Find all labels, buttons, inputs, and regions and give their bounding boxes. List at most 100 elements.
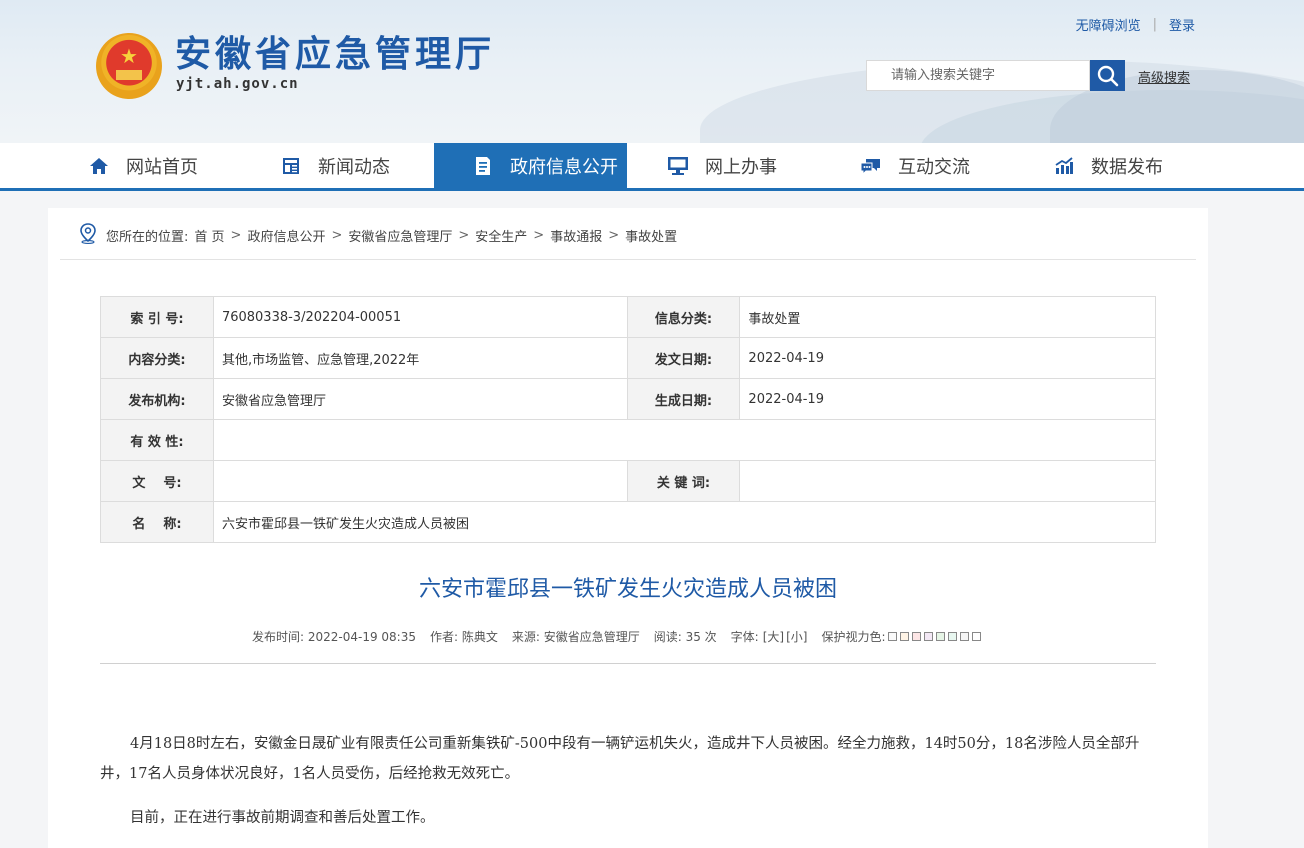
breadcrumb-arrow: > <box>331 227 343 243</box>
table-row: 发布机构: 安徽省应急管理厅 生成日期: 2022-04-19 <box>100 378 1156 420</box>
breadcrumb-gov-info[interactable]: 政府信息公开 <box>247 226 325 245</box>
eye-care-swatches <box>887 632 981 641</box>
doc-number-value <box>212 460 628 502</box>
content-type-label: 内容分类: <box>100 337 214 379</box>
font-large-button[interactable]: [大] <box>763 628 784 645</box>
eye-care-swatch[interactable] <box>971 632 981 641</box>
advanced-search-link[interactable]: 高级搜索 <box>1138 67 1190 86</box>
publisher-label: 发布机构: <box>100 378 214 420</box>
breadcrumb-arrow: > <box>458 227 470 243</box>
site-domain: yjt.ah.gov.cn <box>176 76 299 92</box>
breadcrumb-accident-report[interactable]: 事故通报 <box>550 226 602 245</box>
location-pin-icon <box>78 222 98 248</box>
nav-item-home[interactable]: 网站首页 <box>88 143 198 188</box>
info-category-label: 信息分类: <box>626 296 741 338</box>
view-count: 阅读: 35 次 <box>653 630 717 644</box>
breadcrumb-safety[interactable]: 安全生产 <box>475 226 527 245</box>
content-panel: 您所在的位置: 首 页 > 政府信息公开 > 安徽省应急管理厅 > 安全生产 >… <box>48 208 1208 848</box>
search-icon <box>1097 65 1119 87</box>
publish-time: 发布时间: 2022-04-19 08:35 <box>252 630 416 644</box>
breadcrumb-prefix: 您所在的位置: <box>106 229 189 245</box>
document-icon <box>472 155 494 177</box>
name-value: 六安市霍邱县一铁矿发生火灾造成人员被困 <box>212 501 1157 543</box>
index-number-label: 索 引 号: <box>100 296 214 338</box>
top-links: 无障碍浏览 | 登录 <box>1076 15 1195 34</box>
breadcrumb: 您所在的位置: 首 页 > 政府信息公开 > 安徽省应急管理厅 > 安全生产 >… <box>78 222 677 248</box>
search-input[interactable] <box>867 61 1089 90</box>
chat-icon <box>860 155 882 177</box>
nav-label: 新闻动态 <box>318 156 390 178</box>
site-header: ★ 安徽省应急管理厅 yjt.ah.gov.cn 无障碍浏览 | 登录 高级搜索 <box>0 0 1304 143</box>
home-icon <box>88 155 110 177</box>
nav-label: 网站首页 <box>126 156 198 178</box>
document-metadata-table: 索 引 号: 76080338-3/202204-00051 信息分类: 事故处… <box>100 296 1157 543</box>
eye-care-swatch[interactable] <box>911 632 921 641</box>
search-box <box>866 60 1090 91</box>
emblem-star-icon: ★ <box>120 44 138 68</box>
chart-icon <box>1053 155 1075 177</box>
article-divider <box>100 663 1156 664</box>
eye-care-swatch[interactable] <box>887 632 897 641</box>
breadcrumb-arrow: > <box>533 227 545 243</box>
news-icon <box>280 155 302 177</box>
table-row: 索 引 号: 76080338-3/202204-00051 信息分类: 事故处… <box>100 296 1156 338</box>
font-small-button[interactable]: [小] <box>786 628 807 645</box>
nav-item-online-service[interactable]: 网上办事 <box>667 143 777 188</box>
breadcrumb-divider <box>60 259 1196 260</box>
article-title: 六安市霍邱县一铁矿发生火灾造成人员被困 <box>418 577 837 602</box>
nav-item-data-release[interactable]: 数据发布 <box>1053 143 1163 188</box>
main-nav: 网站首页 新闻动态 政府信息公开 网上办事 互动交流 数据发布 <box>0 143 1304 191</box>
article-body: 4月18日8时左右，安徽金日晟矿业有限责任公司重新集铁矿-500中段有一辆铲运机… <box>100 729 1158 847</box>
breadcrumb-accident-handling[interactable]: 事故处置 <box>625 226 677 245</box>
article-paragraph: 4月18日8时左右，安徽金日晟矿业有限责任公司重新集铁矿-500中段有一辆铲运机… <box>100 736 1140 782</box>
article-paragraph: 目前，正在进行事故前期调查和善后处置工作。 <box>130 810 435 826</box>
national-emblem-logo[interactable]: ★ <box>96 33 162 99</box>
table-row: 文 号: 关 键 词: <box>100 460 1156 502</box>
nav-item-interaction[interactable]: 互动交流 <box>860 143 970 188</box>
article-author: 作者: 陈典文 <box>430 630 498 644</box>
emblem-base-icon <box>116 70 142 80</box>
accessibility-link[interactable]: 无障碍浏览 <box>1076 15 1141 34</box>
issue-date-label: 发文日期: <box>626 337 741 379</box>
article-source: 来源: 安徽省应急管理厅 <box>511 630 640 644</box>
article-info-bar: 发布时间: 2022-04-19 08:35 作者: 陈典文 来源: 安徽省应急… <box>252 628 981 645</box>
validity-value <box>212 419 1157 461</box>
validity-label: 有 效 性: <box>100 419 214 461</box>
eye-care-swatch[interactable] <box>947 632 957 641</box>
breadcrumb-department[interactable]: 安徽省应急管理厅 <box>348 226 452 245</box>
search-button[interactable] <box>1090 60 1125 91</box>
breadcrumb-home[interactable]: 首 页 <box>194 226 224 245</box>
nav-label: 网上办事 <box>705 156 777 178</box>
nav-label: 政府信息公开 <box>510 156 618 178</box>
table-row: 内容分类: 其他,市场监管、应急管理,2022年 发文日期: 2022-04-1… <box>100 337 1156 379</box>
table-row: 名 称: 六安市霍邱县一铁矿发生火灾造成人员被困 <box>100 501 1157 543</box>
font-size-label: 字体: <box>730 630 759 644</box>
index-number-value: 76080338-3/202204-00051 <box>212 296 628 338</box>
eye-care-label: 保护视力色: <box>821 630 886 644</box>
nav-label: 数据发布 <box>1091 156 1163 178</box>
site-title[interactable]: 安徽省应急管理厅 <box>175 33 495 77</box>
eye-care-swatch[interactable] <box>923 632 933 641</box>
issue-date-value: 2022-04-19 <box>739 337 1156 379</box>
nav-item-news[interactable]: 新闻动态 <box>280 143 390 188</box>
publisher-value: 安徽省应急管理厅 <box>212 378 628 420</box>
eye-care-swatch[interactable] <box>935 632 945 641</box>
nav-label: 互动交流 <box>898 156 970 178</box>
breadcrumb-arrow: > <box>608 227 620 243</box>
info-category-value: 事故处置 <box>739 296 1156 338</box>
eye-care-swatch[interactable] <box>959 632 969 641</box>
top-links-separator: | <box>1152 17 1157 32</box>
name-label: 名 称: <box>100 501 214 543</box>
breadcrumb-arrow: > <box>230 227 242 243</box>
content-type-value: 其他,市场监管、应急管理,2022年 <box>212 337 628 379</box>
eye-care-swatch[interactable] <box>899 632 909 641</box>
doc-number-label: 文 号: <box>100 460 214 502</box>
table-row: 有 效 性: <box>100 419 1157 461</box>
login-link[interactable]: 登录 <box>1169 15 1195 34</box>
nav-item-gov-info[interactable]: 政府信息公开 <box>434 143 627 188</box>
keywords-value <box>739 460 1156 502</box>
created-date-value: 2022-04-19 <box>739 378 1156 420</box>
monitor-icon <box>667 155 689 177</box>
keywords-label: 关 键 词: <box>626 460 741 502</box>
created-date-label: 生成日期: <box>626 378 741 420</box>
